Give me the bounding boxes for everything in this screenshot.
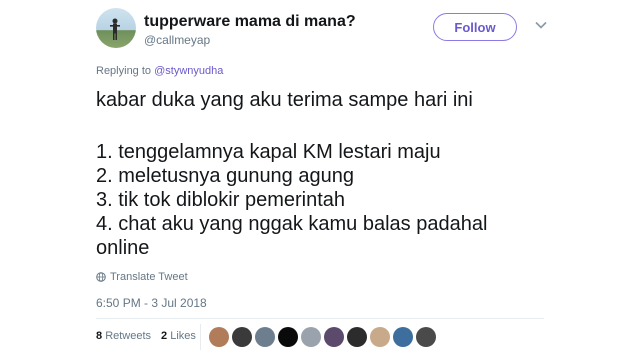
tweet-text-line: online <box>96 237 150 259</box>
replying-to: Replying to @stywnyudha <box>96 65 223 77</box>
username[interactable]: @callmeyap <box>144 33 210 47</box>
stats-separator <box>200 324 201 350</box>
retweets-stat[interactable]: 8 Retweets <box>96 330 151 342</box>
avatar[interactable] <box>96 8 136 48</box>
likes-label: Likes <box>170 330 196 342</box>
tweet-text-line: 2. meletusnya gunung agung <box>96 165 354 187</box>
likes-stat[interactable]: 2 Likes <box>161 330 196 342</box>
liker-avatar[interactable] <box>370 327 390 347</box>
display-name[interactable]: tupperware mama di mana? <box>144 13 356 31</box>
translate-label: Translate Tweet <box>110 271 188 283</box>
tweet-text-line: kabar duka yang aku terima sampe hari in… <box>96 89 473 111</box>
liker-avatar[interactable] <box>393 327 413 347</box>
liker-avatar[interactable] <box>416 327 436 347</box>
liker-avatars <box>209 327 436 347</box>
follow-button[interactable]: Follow <box>433 13 517 41</box>
liker-avatar[interactable] <box>301 327 321 347</box>
retweets-count: 8 <box>96 330 103 342</box>
retweets-label: Retweets <box>105 330 152 342</box>
liker-avatar[interactable] <box>209 327 229 347</box>
tweet-text-line: 3. tik tok diblokir pemerintah <box>96 189 346 211</box>
engagement-stats: 8 Retweets 2 Likes <box>96 330 196 342</box>
liker-avatar[interactable] <box>232 327 252 347</box>
liker-avatar[interactable] <box>278 327 298 347</box>
likes-count: 2 <box>161 330 168 342</box>
timestamp[interactable]: 6:50 PM - 3 Jul 2018 <box>96 296 207 310</box>
liker-avatar[interactable] <box>347 327 367 347</box>
chevron-down-icon[interactable] <box>534 18 548 32</box>
tweet-text-line: 1. tenggelamnya kapal KM lestari maju <box>96 141 441 163</box>
globe-icon <box>96 272 106 282</box>
tweet-text-line: 4. chat aku yang nggak kamu balas padaha… <box>96 213 488 235</box>
liker-avatar[interactable] <box>324 327 344 347</box>
reply-handle-link[interactable]: @stywnyudha <box>154 65 223 77</box>
translate-tweet-link[interactable]: Translate Tweet <box>96 271 188 283</box>
person-silhouette-icon <box>110 18 120 40</box>
divider <box>96 318 544 319</box>
replying-to-label: Replying to <box>96 65 152 77</box>
liker-avatar[interactable] <box>255 327 275 347</box>
